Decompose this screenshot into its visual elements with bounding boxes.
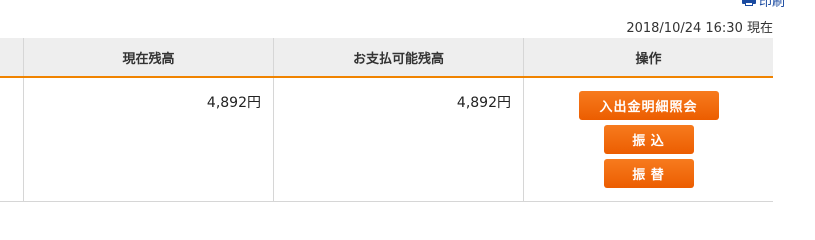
as-of-timestamp: 2018/10/24 16:30 現在: [626, 21, 773, 36]
transfer-button[interactable]: 振 込: [603, 125, 694, 154]
balance-table: 現在残高 お支払可能残高 操作 4,892円 4,892円 入出金明細照会 振 …: [0, 38, 773, 202]
operations-cell: 入出金明細照会 振 込 振 替: [524, 78, 773, 201]
statement-inquiry-button[interactable]: 入出金明細照会: [578, 91, 719, 120]
print-link[interactable]: 印刷: [742, 0, 785, 7]
current-balance-value: 4,892円: [24, 78, 274, 201]
column-header-operations: 操作: [635, 51, 662, 67]
column-header-available-balance: お支払可能残高: [274, 38, 524, 76]
column-header-blank: [0, 38, 24, 76]
table-header: 現在残高 お支払可能残高 操作: [0, 38, 773, 78]
printer-icon: [742, 0, 756, 6]
column-header-current-balance: 現在残高: [24, 38, 274, 76]
account-transfer-button[interactable]: 振 替: [603, 159, 694, 188]
row-blank-cell: [0, 78, 24, 201]
table-row: 4,892円 4,892円 入出金明細照会 振 込 振 替: [0, 78, 773, 202]
print-label: 印刷: [759, 0, 785, 7]
available-balance-value: 4,892円: [274, 78, 524, 201]
